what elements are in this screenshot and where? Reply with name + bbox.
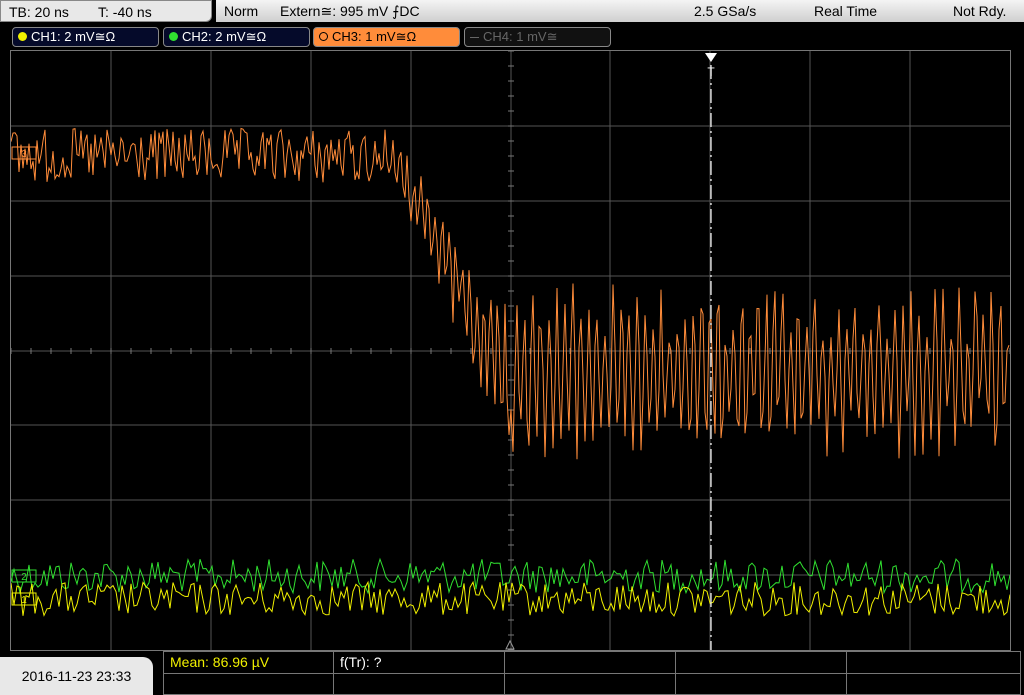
channel-tab-label: CH4: 1 mV≅ xyxy=(483,29,558,44)
channel-tab-ch3[interactable]: CH3: 1 mV≅Ω xyxy=(313,27,460,47)
position-marker-icon xyxy=(505,639,515,650)
ch4-off-icon xyxy=(470,37,479,38)
channel-offset-label: 2 xyxy=(21,572,27,583)
measurement-mean[interactable]: Mean: 86.96 µV xyxy=(170,652,269,673)
channel-tab-label: CH3: 1 mV≅Ω xyxy=(332,29,417,44)
channel-offset-label: 1 xyxy=(21,595,27,606)
waveform-svg: T 3 2 1 xyxy=(11,51,1010,650)
channel-tab-label: CH1: 2 mV≅Ω xyxy=(31,29,116,44)
sample-rate[interactable]: 2.5 GSa/s xyxy=(694,0,756,22)
measurement-frequency[interactable]: f(Tr): ? xyxy=(340,652,381,673)
status-bar: Norm Extern≅: 995 mV ⨍DC 2.5 GSa/s Real … xyxy=(216,0,1024,22)
ch3-dot-icon xyxy=(319,32,328,41)
ch1-dot-icon xyxy=(18,32,27,41)
channel-tab-label: CH2: 2 mV≅Ω xyxy=(182,29,267,44)
date-time: 2016-11-23 23:33 xyxy=(0,657,153,695)
waveform-display[interactable]: T 3 2 1 xyxy=(10,50,1011,651)
acquisition-mode[interactable]: Real Time xyxy=(814,0,877,22)
channel-tab-ch2[interactable]: CH2: 2 mV≅Ω xyxy=(163,27,310,47)
measurement-panel[interactable]: Mean: 86.96 µV f(Tr): ? xyxy=(163,651,1021,695)
trigger-offset-label[interactable]: T: -40 ns xyxy=(98,1,152,23)
trigger-mode[interactable]: Norm xyxy=(224,0,258,22)
trigger-source[interactable]: Extern≅: 995 mV ⨍DC xyxy=(280,0,420,22)
trigger-marker-label: T xyxy=(707,65,715,79)
channel-tab-ch4[interactable]: CH4: 1 mV≅ xyxy=(464,27,611,47)
timebase-label[interactable]: TB: 20 ns xyxy=(9,1,69,23)
channel-offset-label: 3 xyxy=(21,149,27,160)
timebase-panel[interactable]: TB: 20 ns T: -40 ns xyxy=(0,0,212,22)
trigger-marker-icon xyxy=(705,53,717,62)
run-state: Not Rdy. xyxy=(953,3,1007,19)
ch2-dot-icon xyxy=(169,32,178,41)
channel-tab-ch1[interactable]: CH1: 2 mV≅Ω xyxy=(12,27,159,47)
